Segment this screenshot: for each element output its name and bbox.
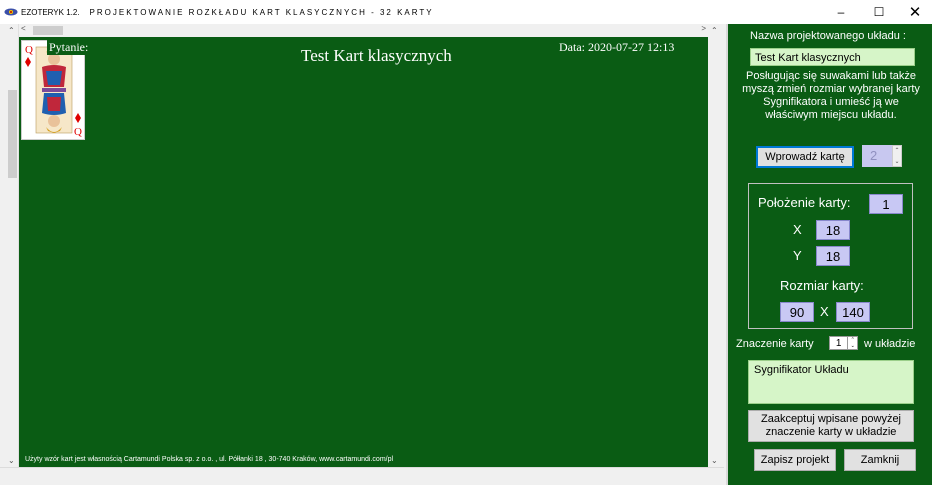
meaning-prefix-label: Znaczenie karty xyxy=(736,338,814,350)
layout-canvas[interactable]: Q Q Pytanie: Test Kart klasycznych Data:… xyxy=(19,37,708,467)
app-eye-icon xyxy=(4,8,18,16)
card-width-value[interactable]: 90 xyxy=(780,302,814,322)
card-number-stepper[interactable]: ⌃ ⌄ xyxy=(892,145,902,167)
scroll-up-icon[interactable]: ⌃ xyxy=(711,26,718,35)
copyright-note: Użyty wzór kart jest własnością Cartamun… xyxy=(25,456,394,463)
x-value[interactable]: 18 xyxy=(816,220,850,240)
canvas-title: Test Kart klasycznych xyxy=(301,46,452,65)
close-button[interactable]: Zamknij xyxy=(844,449,916,471)
stepper-down-icon[interactable]: ⌄ xyxy=(851,343,855,349)
stepper-up-icon[interactable]: ⌃ xyxy=(893,146,901,157)
window-title: PROJEKTOWANIE ROZKŁADU KART KLASYCZNYCH … xyxy=(89,7,434,17)
title-bar: EZOTERYK 1.2. PROJEKTOWANIE ROZKŁADU KAR… xyxy=(0,0,932,24)
layout-name-label: Nazwa projektowanego układu : xyxy=(750,30,906,42)
instructions-text: Posługując się suwakami lub także myszą … xyxy=(742,70,920,121)
position-label: Położenie karty: xyxy=(758,195,851,210)
y-value[interactable]: 18 xyxy=(816,246,850,266)
status-strip xyxy=(0,467,724,485)
position-value[interactable]: 1 xyxy=(869,194,903,214)
card-size-label: Rozmiar karty: xyxy=(780,278,864,293)
scroll-down-icon[interactable]: ⌄ xyxy=(711,456,718,465)
diamond-icon xyxy=(25,57,31,67)
canvas-vertical-scrollbar[interactable]: ⌃ ⌄ xyxy=(6,24,19,467)
meaning-suffix-label: w układzie xyxy=(864,338,916,350)
control-panel: Nazwa projektowanego układu : Test Kart … xyxy=(726,24,932,485)
meaning-index-spinner[interactable]: 1 ⌃ ⌄ xyxy=(829,336,858,350)
app-name: EZOTERYK 1.2. xyxy=(21,7,80,17)
card-question-label: Pytanie: xyxy=(47,40,91,55)
meaning-index-stepper[interactable]: ⌃ ⌄ xyxy=(847,337,857,349)
queen-face-bottom xyxy=(48,115,60,127)
card-rank-top: Q xyxy=(25,44,33,56)
canvas-date: Data: 2020-07-27 12:13 xyxy=(559,40,675,54)
queen-of-diamonds-card[interactable]: Q Q xyxy=(21,40,85,140)
scroll-up-icon[interactable]: ⌃ xyxy=(8,26,15,35)
card-rank-bottom: Q xyxy=(74,126,82,138)
layout-vertical-scrollbar[interactable]: ⌃ ⌄ xyxy=(708,24,721,467)
close-window-button[interactable]: ✕ xyxy=(896,0,932,24)
queen-card-image: Q Q xyxy=(25,44,82,138)
x-label: X xyxy=(793,222,802,237)
scroll-right-icon[interactable]: > xyxy=(701,24,706,33)
diamond-icon xyxy=(75,113,81,123)
minimize-button[interactable]: – xyxy=(822,0,860,24)
card-meaning-textarea[interactable]: Sygnifikator Układu xyxy=(748,360,914,404)
canvas-horizontal-scrollbar[interactable]: < > xyxy=(19,24,708,37)
scroll-thumb-horizontal[interactable] xyxy=(33,26,63,35)
save-project-button[interactable]: Zapisz projekt xyxy=(754,449,836,471)
meaning-index-value[interactable]: 1 xyxy=(830,338,847,349)
card-number-spinner[interactable]: 2 xyxy=(862,145,892,167)
insert-card-button[interactable]: Wprowadź kartę xyxy=(756,146,854,168)
card-height-value[interactable]: 140 xyxy=(836,302,870,322)
scroll-left-icon[interactable]: < xyxy=(21,24,26,33)
size-times-sign: X xyxy=(820,304,829,319)
stepper-down-icon[interactable]: ⌄ xyxy=(893,157,901,168)
scroll-down-icon[interactable]: ⌄ xyxy=(8,456,15,465)
scroll-thumb[interactable] xyxy=(8,90,17,178)
accept-meaning-button[interactable]: Zaakceptuj wpisane powyżej znaczenie kar… xyxy=(748,410,914,442)
y-label: Y xyxy=(793,248,802,263)
maximize-button[interactable]: ☐ xyxy=(860,0,898,24)
layout-name-input[interactable]: Test Kart klasycznych xyxy=(750,48,915,66)
